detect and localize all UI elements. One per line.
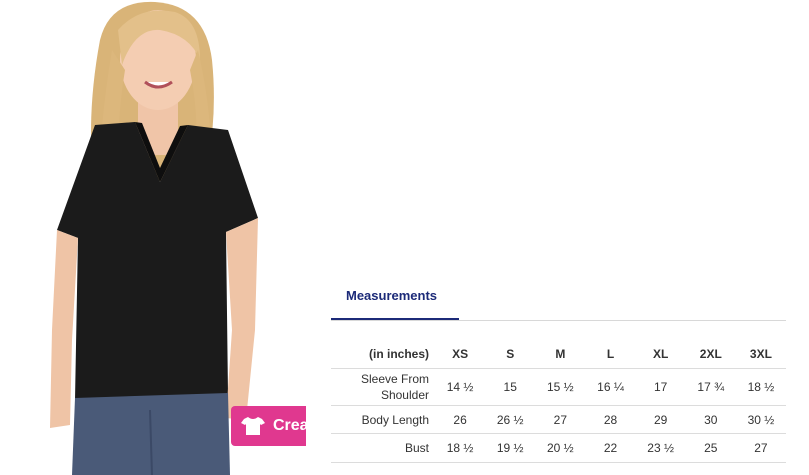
table-cell: 30 ½ <box>735 405 786 434</box>
table-cell: 23 ½ <box>635 433 686 463</box>
model-wearing-tshirt-image <box>50 1 258 475</box>
table-cell: 29 <box>635 405 686 434</box>
table-cell: 18 ½ <box>735 368 786 406</box>
table-cell: 25 <box>685 433 736 463</box>
row-label: Sleeve From Shoulder <box>331 368 435 406</box>
product-photo <box>0 0 330 475</box>
table-cell: 20 ½ <box>535 433 586 463</box>
table-cell: 22 <box>585 433 636 463</box>
table-row: Sleeve From Shoulder 14 ½ 15 15 ½ 16 ¼ 1… <box>331 368 786 406</box>
unit-header: (in inches) <box>331 340 435 369</box>
table-cell: 30 <box>685 405 736 434</box>
table-cell: 14 ½ <box>435 368 486 406</box>
size-header: 2XL <box>685 340 736 369</box>
create-design-button[interactable]: Create <box>231 406 306 446</box>
size-header: M <box>535 340 586 369</box>
table-cell: 19 ½ <box>485 433 536 463</box>
size-header: XL <box>635 340 686 369</box>
row-label: Bust <box>331 433 435 463</box>
tab-measurements[interactable]: Measurements <box>331 278 459 320</box>
table-row: Body Length 26 26 ½ 27 28 29 30 30 ½ <box>331 405 786 434</box>
shirt-icon <box>241 417 265 435</box>
table-cell: 17 <box>635 368 686 406</box>
tab-bar: Measurements <box>331 278 786 321</box>
table-cell: 28 <box>585 405 636 434</box>
table-cell: 16 ¼ <box>585 368 636 406</box>
table-row: Bust 18 ½ 19 ½ 20 ½ 22 23 ½ 25 27 <box>331 433 786 463</box>
size-header: S <box>485 340 536 369</box>
size-header: L <box>585 340 636 369</box>
table-cell: 15 <box>485 368 536 406</box>
table-header-row: (in inches) XS S M L XL 2XL 3XL <box>331 340 786 369</box>
table-cell: 26 ½ <box>485 405 536 434</box>
table-cell: 17 ¾ <box>685 368 736 406</box>
create-button-label: Create <box>273 417 306 434</box>
size-header: XS <box>435 340 486 369</box>
size-chart-table: (in inches) XS S M L XL 2XL 3XL Sleeve F… <box>331 340 786 463</box>
table-cell: 18 ½ <box>435 433 486 463</box>
table-cell: 27 <box>535 405 586 434</box>
table-cell: 15 ½ <box>535 368 586 406</box>
size-header: 3XL <box>735 340 786 369</box>
table-cell: 27 <box>735 433 786 463</box>
table-cell: 26 <box>435 405 486 434</box>
row-label: Body Length <box>331 405 435 434</box>
